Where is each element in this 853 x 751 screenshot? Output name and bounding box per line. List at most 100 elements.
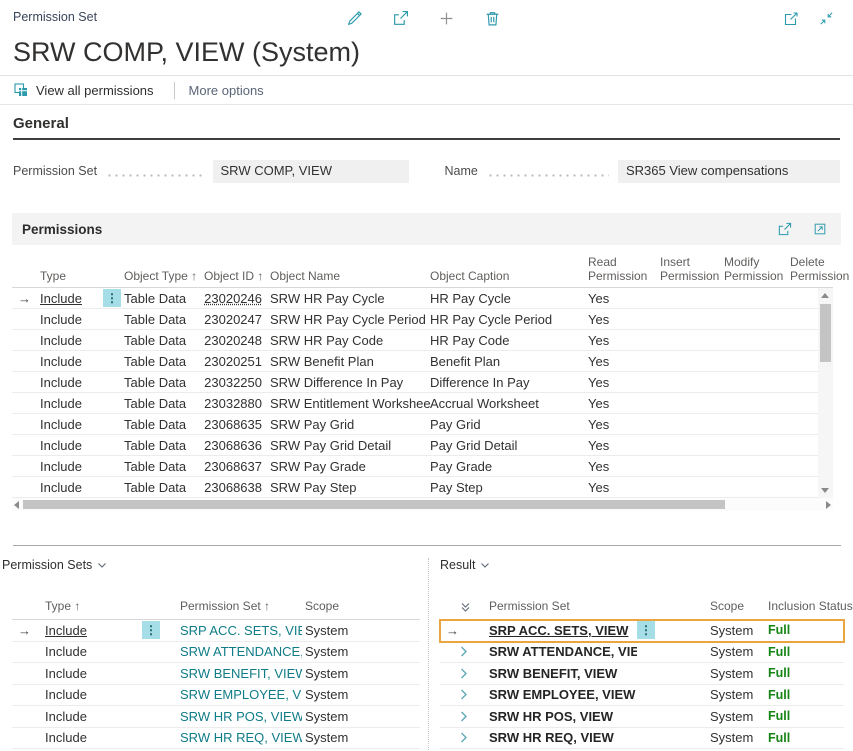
permission-set-cell[interactable]: SRW BENEFIT, VIEW <box>177 666 302 681</box>
collapse-all-button[interactable] <box>458 602 489 613</box>
scope-column-header[interactable]: Scope <box>661 599 766 613</box>
type-cell[interactable]: Include <box>40 291 100 306</box>
result-row[interactable]: → SRW BENEFIT, VIEW ⋮ System Full <box>440 663 844 685</box>
object-caption-cell[interactable]: Pay Grid Detail <box>430 438 578 453</box>
object-name-column-header[interactable]: Object Name <box>262 269 430 283</box>
object-name-cell[interactable]: SRW Pay Grade <box>262 459 430 474</box>
object-caption-cell[interactable]: Pay Step <box>430 480 578 495</box>
object-id-cell[interactable]: 23020251 <box>204 354 262 369</box>
read-permission-cell[interactable]: Yes <box>578 438 648 453</box>
object-type-cell[interactable]: Table Data <box>124 459 204 474</box>
result-row[interactable]: → SRW HR REQ, VIEW ⋮ System Full <box>440 728 844 750</box>
object-caption-cell[interactable]: Pay Grade <box>430 459 578 474</box>
object-caption-column-header[interactable]: Object Caption <box>430 269 578 283</box>
scope-cell[interactable]: System <box>661 687 766 702</box>
permission-set-link[interactable]: SRW BENEFIT, VIEW <box>180 666 302 681</box>
permission-set-link[interactable]: SRW ATTENDANCE, VIEW <box>180 644 302 659</box>
object-id-cell[interactable]: 23068636 <box>204 438 262 453</box>
object-id-cell[interactable]: 23068635 <box>204 417 262 432</box>
inclusion-status-cell[interactable]: Full <box>766 623 844 637</box>
object-name-cell[interactable]: SRW Entitlement Worksheet <box>262 396 430 411</box>
permission-set-cell[interactable]: SRW ATTENDANCE, VIEW <box>177 644 302 659</box>
scope-cell[interactable]: System <box>302 623 420 638</box>
scope-cell[interactable]: System <box>661 644 766 659</box>
type-cell[interactable]: Include <box>40 417 100 432</box>
permission-row[interactable]: → Include ⋮ Table Data 23020247 SRW HR P… <box>12 309 818 330</box>
object-type-column-header[interactable]: Object Type ↑ <box>124 269 204 283</box>
type-cell[interactable]: Include <box>42 666 140 681</box>
edit-button[interactable] <box>343 7 366 30</box>
object-id-cell[interactable]: 23068638 <box>204 480 262 495</box>
object-id-column-header[interactable]: Object ID ↑ <box>204 269 262 283</box>
type-cell[interactable]: Include <box>40 375 100 390</box>
type-column-header[interactable]: Type ↑ <box>42 599 140 613</box>
scope-column-header[interactable]: Scope <box>302 599 420 613</box>
object-id-cell[interactable]: 23020246 <box>204 291 262 306</box>
object-type-cell[interactable]: Table Data <box>124 312 204 327</box>
read-permission-cell[interactable]: Yes <box>578 291 648 306</box>
expand-row-chevron-icon[interactable] <box>460 646 468 657</box>
inclusion-status-column-header[interactable]: Inclusion Status <box>766 599 853 613</box>
object-caption-cell[interactable]: Accrual Worksheet <box>430 396 578 411</box>
permission-set-row[interactable]: → Include ⋮ SRW BENEFIT, VIEW System <box>12 663 420 685</box>
permission-set-cell[interactable]: SRW HR POS, VIEW <box>489 709 637 724</box>
horizontal-scrollbar[interactable] <box>12 498 833 511</box>
permission-set-cell[interactable]: SRW HR REQ, VIEW <box>177 730 302 745</box>
type-cell[interactable]: Include <box>42 709 140 724</box>
object-type-cell[interactable]: Table Data <box>124 417 204 432</box>
result-caption[interactable]: Result <box>440 558 490 572</box>
object-id-cell[interactable]: 23068637 <box>204 459 262 474</box>
permissions-share-button[interactable] <box>773 218 796 241</box>
permission-set-cell[interactable]: SRW ATTENDANCE, VIEW <box>489 644 637 659</box>
result-row[interactable]: → SRP ACC. SETS, VIEW ⋮ System Full <box>440 620 844 642</box>
object-name-cell[interactable]: SRW HR Pay Code <box>262 333 430 348</box>
object-type-cell[interactable]: Table Data <box>124 480 204 495</box>
read-permission-cell[interactable]: Yes <box>578 312 648 327</box>
scroll-right-arrow[interactable] <box>826 501 831 509</box>
object-id-cell[interactable]: 23020247 <box>204 312 262 327</box>
permission-row[interactable]: → Include ⋮ Table Data 23068637 SRW Pay … <box>12 456 818 477</box>
vertical-scroll-thumb[interactable] <box>820 304 831 362</box>
type-cell[interactable]: Include <box>42 687 140 702</box>
permission-set-row[interactable]: → Include ⋮ SRW HR REQ, VIEW System <box>12 728 420 750</box>
permission-row[interactable]: → Include ⋮ Table Data 23068635 SRW Pay … <box>12 414 818 435</box>
type-column-header[interactable]: Type <box>40 269 100 283</box>
object-name-cell[interactable]: SRW HR Pay Cycle Period <box>262 312 430 327</box>
type-cell[interactable]: Include <box>40 459 100 474</box>
row-menu-button[interactable]: ⋮ <box>637 621 655 639</box>
more-options-button[interactable]: More options <box>189 83 270 98</box>
scope-cell[interactable]: System <box>661 709 766 724</box>
read-permission-cell[interactable]: Yes <box>578 375 648 390</box>
view-all-permissions-button[interactable]: View all permissions <box>13 82 160 98</box>
inclusion-status-cell[interactable]: Full <box>766 666 844 680</box>
row-menu-button[interactable]: ⋮ <box>103 289 121 307</box>
permission-sets-caption[interactable]: Permission Sets <box>2 558 107 572</box>
object-id-cell[interactable]: 23032880 <box>204 396 262 411</box>
inclusion-status-cell[interactable]: Full <box>766 731 844 745</box>
type-cell[interactable]: Include <box>40 354 100 369</box>
focus-mode-button[interactable] <box>808 218 831 241</box>
horizontal-scroll-thumb[interactable] <box>23 500 725 509</box>
permission-row[interactable]: → Include ⋮ Table Data 23068636 SRW Pay … <box>12 435 818 456</box>
type-cell[interactable]: Include <box>40 312 100 327</box>
object-type-cell[interactable]: Table Data <box>124 291 204 306</box>
object-type-cell[interactable]: Table Data <box>124 354 204 369</box>
object-type-cell[interactable]: Table Data <box>124 375 204 390</box>
permission-set-row[interactable]: → Include ⋮ SRW EMPLOYEE, VIEW System <box>12 685 420 707</box>
type-cell[interactable]: Include <box>40 438 100 453</box>
permission-set-link[interactable]: SRW HR REQ, VIEW <box>180 730 302 745</box>
read-permission-cell[interactable]: Yes <box>578 417 648 432</box>
result-row[interactable]: → SRW EMPLOYEE, VIEW ⋮ System Full <box>440 685 844 707</box>
expand-row-chevron-icon[interactable] <box>460 689 468 700</box>
scroll-down-arrow[interactable] <box>821 488 829 493</box>
object-caption-cell[interactable]: Pay Grid <box>430 417 578 432</box>
object-name-cell[interactable]: SRW Pay Step <box>262 480 430 495</box>
vertical-scrollbar[interactable] <box>818 288 833 498</box>
horizontal-scroll-track[interactable] <box>19 499 826 510</box>
read-permission-column-header[interactable]: Read Permission <box>578 255 648 283</box>
permission-set-field-value[interactable]: SRW COMP, VIEW <box>213 160 409 183</box>
read-permission-cell[interactable]: Yes <box>578 459 648 474</box>
permission-set-column-header[interactable]: Permission Set ↑ <box>177 599 302 613</box>
scope-cell[interactable]: System <box>661 623 766 638</box>
permission-set-cell[interactable]: SRW EMPLOYEE, VIEW <box>177 687 302 702</box>
